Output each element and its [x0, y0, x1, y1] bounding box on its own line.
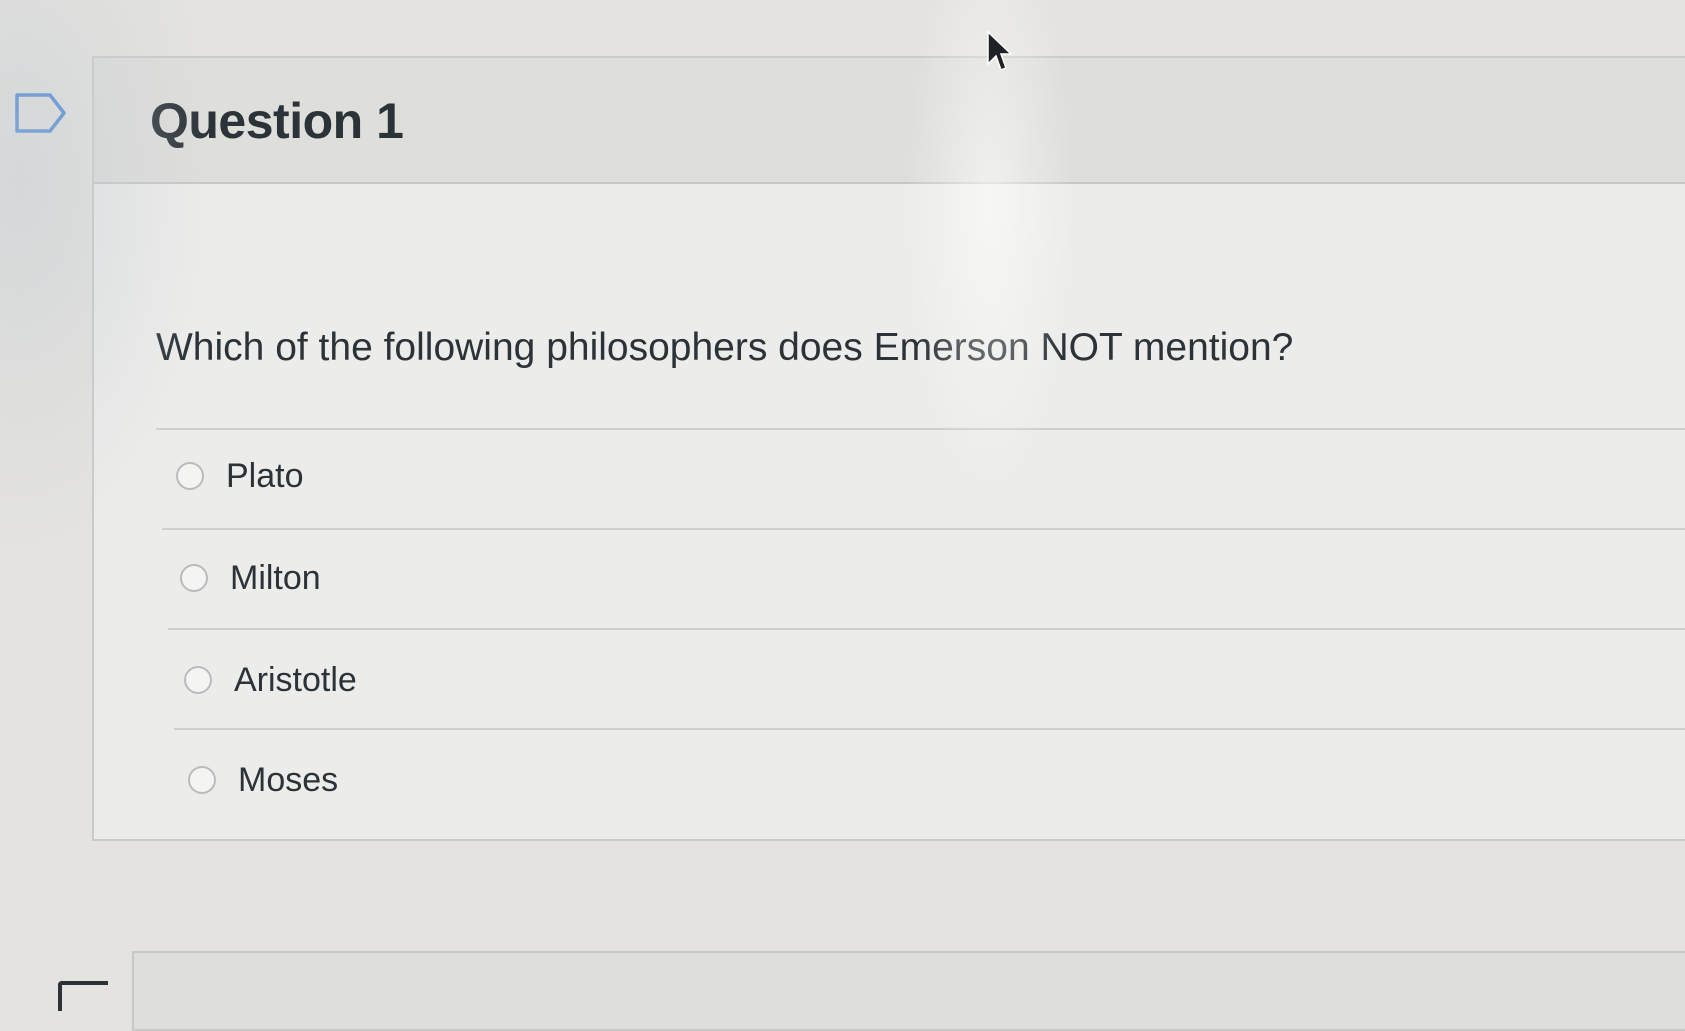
answer-label: Plato	[226, 456, 304, 495]
next-question-card	[132, 951, 1685, 1031]
divider	[174, 728, 1685, 730]
divider	[168, 628, 1685, 630]
answer-option-plato[interactable]: Plato	[176, 446, 304, 506]
question-header: Question 1	[94, 58, 1685, 184]
radio-button-icon[interactable]	[176, 462, 204, 490]
answer-option-milton[interactable]: Milton	[180, 548, 321, 608]
bookmark-flag-icon[interactable]	[58, 981, 108, 1011]
radio-button-icon[interactable]	[184, 666, 212, 694]
question-text: Which of the following philosophers does…	[156, 326, 1294, 369]
answer-label: Moses	[238, 760, 339, 799]
radio-button-icon[interactable]	[188, 766, 216, 794]
radio-button-icon[interactable]	[180, 564, 208, 592]
question-title: Question 1	[150, 93, 404, 149]
mouse-pointer-icon	[987, 30, 1012, 71]
bookmark-flag-icon[interactable]	[14, 92, 68, 134]
answer-label: Milton	[230, 558, 321, 597]
answer-label: Aristotle	[234, 660, 357, 699]
divider	[156, 428, 1685, 430]
answer-option-moses[interactable]: Moses	[188, 750, 338, 810]
question-card: Question 1 Which of the following philos…	[92, 56, 1685, 841]
answer-option-aristotle[interactable]: Aristotle	[184, 650, 357, 710]
divider	[162, 528, 1685, 530]
